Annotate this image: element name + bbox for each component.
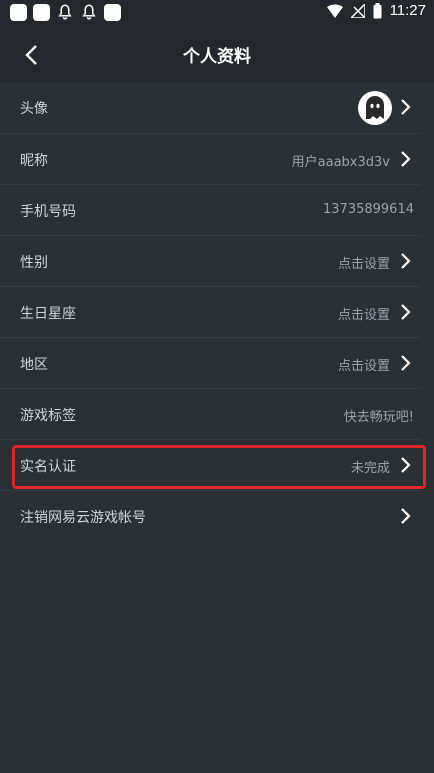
nickname-label: 昵称 bbox=[20, 153, 48, 169]
game-tags-row[interactable]: 游戏标签 快去畅玩吧! bbox=[0, 389, 420, 440]
gender-row[interactable]: 性别 点击设置 bbox=[0, 236, 420, 287]
birthday-value: 点击设置 bbox=[337, 308, 390, 323]
chevron-right-icon bbox=[401, 253, 411, 269]
nickname-value: 用户aaabx3d3v bbox=[291, 155, 390, 170]
page-title: 个人资料 bbox=[183, 47, 251, 67]
avatar[interactable] bbox=[358, 91, 392, 125]
profile-list: 头像 昵称 用户aaabx3d3v 手机号码 13735899614 性别 点击… bbox=[0, 82, 434, 542]
phone-row: 手机号码 13735899614 bbox=[0, 185, 420, 236]
birthday-label: 生日星座 bbox=[20, 306, 76, 322]
battery-icon bbox=[373, 2, 382, 18]
ghost-avatar-icon bbox=[366, 96, 384, 119]
app-bar: 个人资料 bbox=[0, 26, 434, 82]
notification-app-icon bbox=[104, 3, 121, 21]
chevron-right-icon bbox=[401, 355, 411, 371]
real-name-label: 实名认证 bbox=[20, 459, 76, 475]
avatar-row[interactable]: 头像 bbox=[0, 82, 420, 134]
chevron-right-icon bbox=[401, 457, 411, 473]
gender-label: 性别 bbox=[20, 255, 48, 271]
game-tags-value: 快去畅玩吧! bbox=[343, 410, 414, 425]
notification-app-icon bbox=[33, 3, 50, 21]
cancel-account-row[interactable]: 注销网易云游戏帐号 bbox=[0, 491, 420, 542]
nickname-row[interactable]: 昵称 用户aaabx3d3v bbox=[0, 134, 420, 185]
real-name-row[interactable]: 实名认证 未完成 bbox=[0, 440, 420, 491]
region-value: 点击设置 bbox=[337, 359, 390, 374]
game-tags-label: 游戏标签 bbox=[20, 408, 76, 424]
chevron-right-icon bbox=[401, 151, 411, 167]
birthday-row[interactable]: 生日星座 点击设置 bbox=[0, 287, 420, 338]
gender-value: 点击设置 bbox=[337, 257, 390, 272]
cancel-account-label: 注销网易云游戏帐号 bbox=[20, 510, 146, 526]
wifi-icon bbox=[326, 4, 343, 18]
phone-value: 13735899614 bbox=[323, 202, 414, 217]
avatar-label: 头像 bbox=[20, 101, 48, 117]
real-name-value: 未完成 bbox=[350, 461, 390, 476]
bell-icon bbox=[58, 4, 72, 20]
clock: 11:27 bbox=[389, 2, 426, 19]
no-signal-icon bbox=[350, 3, 365, 18]
bell-icon bbox=[82, 4, 96, 20]
region-row[interactable]: 地区 点击设置 bbox=[0, 338, 420, 389]
notification-app-icon bbox=[10, 3, 27, 21]
chevron-right-icon bbox=[401, 508, 411, 524]
chevron-right-icon bbox=[401, 304, 411, 320]
status-bar: 11:27 bbox=[0, 0, 434, 26]
chevron-right-icon bbox=[401, 99, 411, 115]
region-label: 地区 bbox=[20, 357, 48, 373]
phone-label: 手机号码 bbox=[20, 204, 76, 220]
